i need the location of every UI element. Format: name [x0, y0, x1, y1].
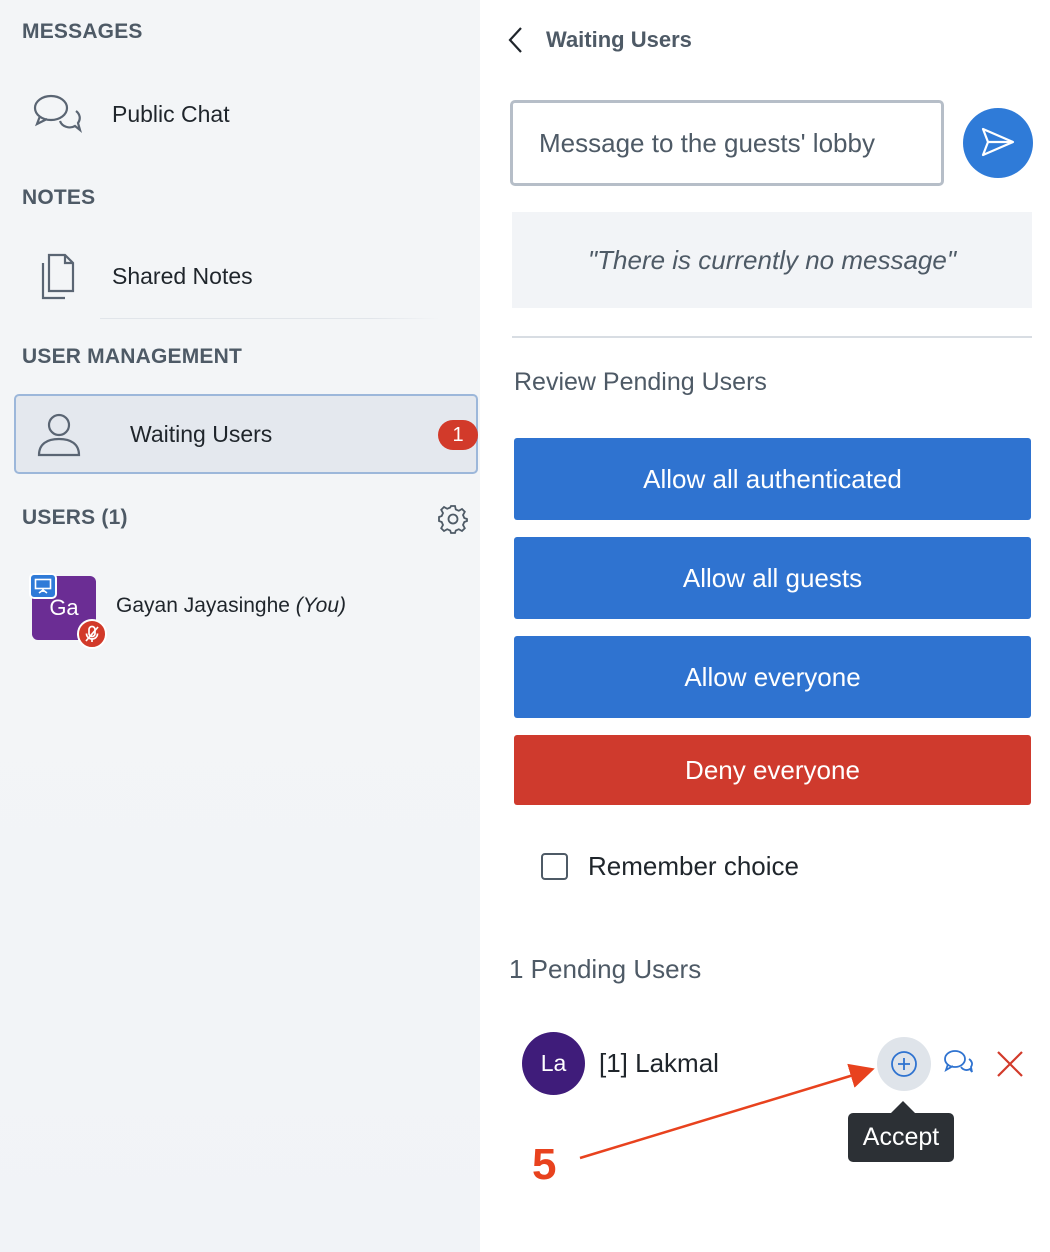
chevron-left-icon[interactable]: [500, 22, 530, 58]
lobby-current-message: "There is currently no message": [512, 212, 1032, 308]
notes-section-title: NOTES: [22, 186, 96, 209]
pending-users-title: 1 Pending Users: [509, 954, 702, 984]
sidebar-item-waiting-users[interactable]: Waiting Users 1: [14, 394, 478, 474]
gear-icon[interactable]: [438, 504, 468, 534]
send-icon: [981, 127, 1015, 160]
waiting-count-badge: 1: [438, 420, 478, 450]
sidebar-item-label: Public Chat: [112, 100, 230, 127]
sidebar-item-shared-notes[interactable]: Shared Notes: [14, 236, 478, 316]
annotation-step-number: 5: [532, 1140, 557, 1189]
sidebar-item-label: Waiting Users: [130, 420, 273, 447]
deny-user-close-icon[interactable]: [992, 1046, 1028, 1082]
page-title: Waiting Users: [546, 27, 692, 52]
user-management-section-title: USER MANAGEMENT: [22, 345, 243, 368]
users-section-title: USERS (1): [22, 506, 128, 529]
user-icon: [34, 409, 84, 459]
allow-all-authenticated-button[interactable]: Allow all authenticated: [514, 438, 1031, 520]
send-button[interactable]: [963, 108, 1033, 178]
messages-section-title: MESSAGES: [22, 20, 143, 43]
sidebar-item-label: Shared Notes: [112, 262, 253, 289]
avatar-initials: La: [540, 1050, 567, 1076]
remember-choice-label: Remember choice: [588, 851, 799, 881]
tooltip-arrow: [891, 1101, 915, 1113]
panel-header: Waiting Users: [500, 20, 692, 60]
avatar-initials: Ga: [49, 595, 79, 620]
sidebar: MESSAGES Public Chat NOTES Shared Notes …: [0, 0, 480, 1252]
user-list-item[interactable]: Ga Gayan Jayasinghe (You): [29, 573, 472, 649]
remember-choice-checkbox[interactable]: [541, 853, 568, 880]
sidebar-divider: [100, 318, 440, 319]
you-label: (You): [295, 594, 346, 617]
chat-icon: [32, 89, 82, 139]
lobby-message-input[interactable]: [510, 100, 944, 186]
presenter-icon: [29, 573, 57, 599]
annotation-arrow: [579, 1063, 875, 1160]
allow-everyone-button[interactable]: Allow everyone: [514, 636, 1031, 718]
private-chat-icon[interactable]: [940, 1044, 976, 1080]
divider: [512, 336, 1032, 338]
document-icon: [32, 251, 82, 301]
mic-muted-icon: [77, 619, 107, 649]
remember-choice[interactable]: Remember choice: [541, 851, 799, 882]
deny-everyone-button[interactable]: Deny everyone: [514, 735, 1031, 805]
allow-all-guests-button[interactable]: Allow all guests: [514, 537, 1031, 619]
sidebar-item-public-chat[interactable]: Public Chat: [14, 74, 478, 154]
user-name: Gayan Jayasinghe (You): [116, 594, 346, 617]
review-pending-title: Review Pending Users: [514, 368, 767, 396]
